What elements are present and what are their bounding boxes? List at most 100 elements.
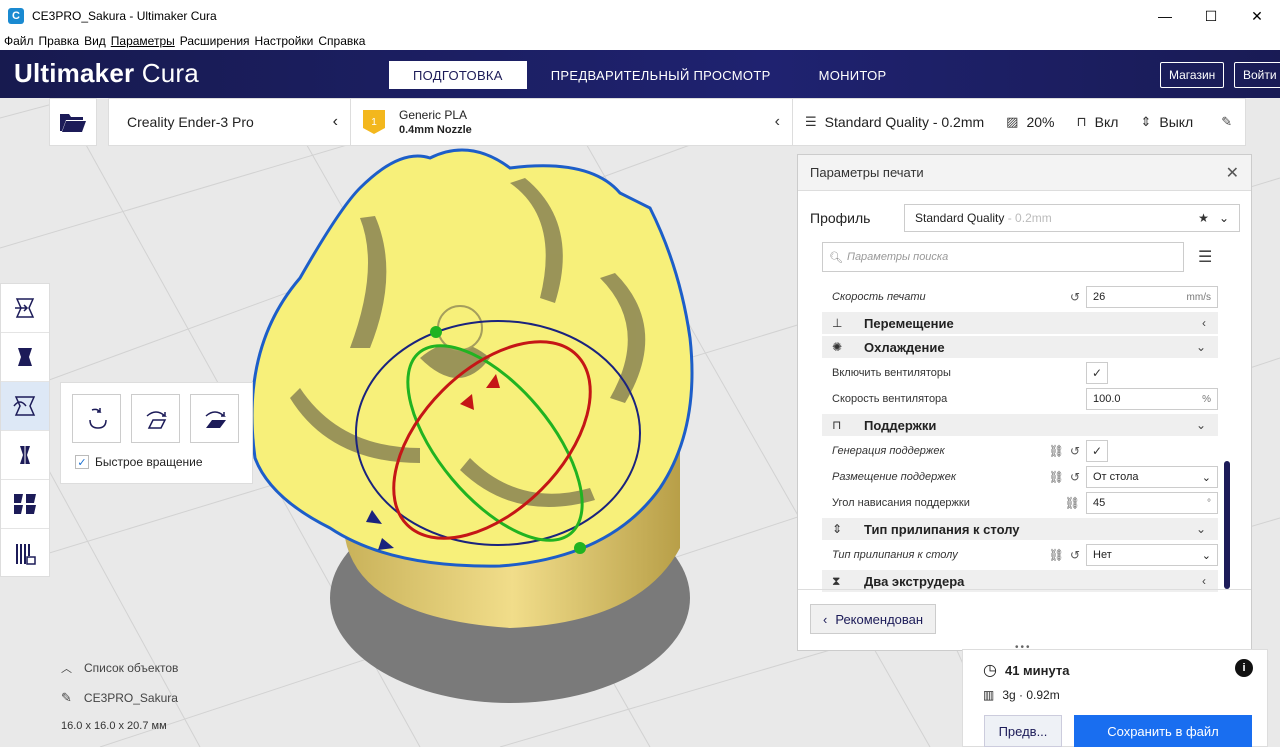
setting-support-angle: Угол нависания поддержки ⛓ 45 ° — [822, 490, 1218, 516]
printer-selector[interactable]: Creality Ender-3 Pro ‹ — [109, 99, 351, 145]
cura-app-icon: C — [8, 8, 24, 24]
reset-icon[interactable]: ↺ — [1070, 444, 1080, 458]
menu-preferences[interactable]: Настройки — [255, 34, 314, 48]
rotate-tool-button[interactable] — [1, 382, 49, 431]
object-list-toggle[interactable]: ︿ Список объектов — [61, 660, 178, 676]
search-icon: 🔍︎ — [829, 251, 843, 264]
star-icon: ★ — [1198, 211, 1209, 225]
link-icon[interactable]: ⛓ — [1065, 496, 1080, 510]
print-speed-input[interactable]: 26 mm/s — [1086, 286, 1218, 308]
menu-help[interactable]: Справка — [318, 34, 365, 48]
material-selector[interactable]: 1 Generic PLA 0.4mm Nozzle ‹ — [351, 99, 793, 145]
quick-rotate-checkbox[interactable]: ✓ — [75, 455, 89, 469]
settings-scrollbar[interactable] — [1224, 461, 1230, 589]
menu-extensions[interactable]: Расширения — [180, 34, 250, 48]
adhesion-type-select[interactable]: Нет ⌄ — [1086, 544, 1218, 566]
chevron-down-icon: ⌄ — [1195, 418, 1206, 432]
per-model-settings-icon — [14, 494, 36, 514]
reset-rotation-button[interactable] — [72, 394, 121, 443]
mirror-tool-button[interactable] — [1, 431, 49, 480]
support-generate-checkbox[interactable]: ✓ — [1086, 440, 1108, 462]
menu-icon[interactable]: ☰ — [1198, 247, 1212, 267]
category-travel[interactable]: ⊥ Перемещение ‹ — [822, 312, 1218, 334]
enable-fans-checkbox[interactable]: ✓ — [1086, 362, 1108, 384]
panel-title: Параметры печати — [810, 165, 924, 180]
setting-enable-fans: Включить вентиляторы ✓ — [822, 360, 1218, 386]
travel-icon: ⊥ — [832, 316, 843, 330]
profile-dropdown[interactable]: Standard Quality - 0.2mm ★ ⌄ — [904, 204, 1240, 232]
reset-icon[interactable]: ↺ — [1070, 470, 1080, 484]
recommended-button[interactable]: ‹ Рекомендован — [810, 604, 937, 634]
print-time: 41 минута — [1004, 662, 1070, 678]
material-name: Generic PLA — [399, 108, 468, 122]
extruder-badge: 1 — [363, 110, 385, 134]
setting-print-speed: Скорость печати ↺ 26 mm/s — [822, 284, 1218, 310]
quality-value: Standard Quality - 0.2mm — [824, 114, 985, 130]
tab-preview[interactable]: ПРЕДВАРИТЕЛЬНЫЙ ПРОСМОТР — [527, 61, 795, 89]
object-dimensions: 16.0 x 16.0 x 20.7 мм — [61, 720, 167, 732]
scale-tool-button[interactable] — [1, 333, 49, 382]
settings-search-input[interactable]: 🔍︎ Параметры поиска — [822, 242, 1184, 272]
reset-icon[interactable]: ↺ — [1070, 290, 1080, 304]
menu-edit[interactable]: Правка — [39, 34, 80, 48]
reset-rotation-icon — [88, 407, 107, 429]
clock-icon: ◷ — [983, 662, 997, 679]
close-window-button[interactable]: ✕ — [1234, 0, 1280, 32]
marketplace-button[interactable]: Магазин — [1160, 62, 1225, 88]
chevron-left-icon: ‹ — [774, 113, 780, 130]
fan-icon: ✺ — [832, 340, 843, 354]
link-icon[interactable]: ⛓ — [1049, 548, 1064, 562]
select-face-button[interactable] — [190, 394, 239, 443]
tab-prepare[interactable]: ПОДГОТОВКА — [389, 61, 527, 89]
fan-speed-input[interactable]: 100.0% — [1086, 388, 1218, 410]
window-title: CE3PRO_Sakura - Ultimaker Cura — [32, 9, 217, 23]
chevron-down-icon: ⌄ — [1195, 340, 1206, 354]
support-blocker-button[interactable] — [1, 529, 49, 578]
menu-bar: Файл Правка Вид Параметры Расширения Нас… — [0, 32, 1280, 50]
chevron-left-icon: ‹ — [1202, 316, 1206, 330]
support-placement-select[interactable]: От стола ⌄ — [1086, 466, 1218, 488]
quick-rotate-label: Быстрое вращение — [95, 455, 203, 469]
action-panel: ◷ 41 минута ▥ 3g · 0.92m i Предв... Сохр… — [962, 649, 1268, 747]
save-to-file-button[interactable]: Сохранить в файл — [1074, 715, 1252, 747]
select-face-icon — [205, 410, 226, 428]
setting-support-generate: Генерация поддержек ⛓ ↺ ✓ — [822, 438, 1218, 464]
tab-monitor[interactable]: МОНИТОР — [795, 61, 911, 89]
reset-icon[interactable]: ↺ — [1070, 548, 1080, 562]
open-file-button[interactable] — [49, 98, 97, 146]
window-titlebar: C CE3PRO_Sakura - Ultimaker Cura — ☐ ✕ — [0, 0, 1280, 32]
preview-button[interactable]: Предв... — [984, 715, 1062, 747]
chevron-down-icon: ⌄ — [1201, 549, 1211, 562]
move-icon — [15, 298, 35, 318]
setting-fan-speed: Скорость вентилятора 100.0% — [822, 386, 1218, 412]
print-settings-summary[interactable]: ☰ Standard Quality - 0.2mm ▨ 20% ⊓ Вкл ⇕… — [793, 99, 1245, 145]
category-cooling[interactable]: ✺ Охлаждение ⌄ — [822, 336, 1218, 358]
ultimaker-cura-logo: Ultimaker Cura — [14, 58, 199, 88]
left-toolbar — [0, 283, 50, 577]
setting-adhesion-type: Тип прилипания к столу ⛓ ↺ Нет ⌄ — [822, 542, 1218, 568]
info-icon[interactable]: i — [1235, 659, 1253, 677]
menu-view[interactable]: Вид — [84, 34, 106, 48]
minimize-button[interactable]: — — [1142, 0, 1188, 32]
menu-settings[interactable]: Параметры — [111, 34, 175, 48]
quality-icon: ☰ — [805, 114, 817, 129]
move-tool-button[interactable] — [1, 284, 49, 333]
category-adhesion[interactable]: ⇕ Тип прилипания к столу ⌄ — [822, 518, 1218, 540]
category-support[interactable]: ⊓ Поддержки ⌄ — [822, 414, 1218, 436]
per-model-settings-button[interactable] — [1, 480, 49, 529]
profile-suffix: - 0.2mm — [1004, 211, 1052, 225]
edit-pencil-icon[interactable]: ✎ — [1221, 114, 1232, 130]
chevron-down-icon: ⌄ — [1218, 211, 1229, 225]
link-icon[interactable]: ⛓ — [1049, 470, 1064, 484]
support-angle-input[interactable]: 45 ° — [1086, 492, 1218, 514]
menu-file[interactable]: Файл — [4, 34, 34, 48]
signin-button[interactable]: Войти — [1234, 62, 1280, 88]
close-icon[interactable]: ✕ — [1226, 163, 1239, 183]
profile-label: Профиль — [810, 210, 871, 226]
maximize-button[interactable]: ☐ — [1188, 0, 1234, 32]
infill-icon: ▨ — [1006, 114, 1019, 129]
object-name[interactable]: CE3PRO_Sakura — [84, 691, 178, 705]
settings-list: Скорость печати ↺ 26 mm/s ⊥ Перемещение ‹ ✺… — [822, 284, 1218, 594]
lay-flat-button[interactable] — [131, 394, 180, 443]
link-icon[interactable]: ⛓ — [1049, 444, 1064, 458]
